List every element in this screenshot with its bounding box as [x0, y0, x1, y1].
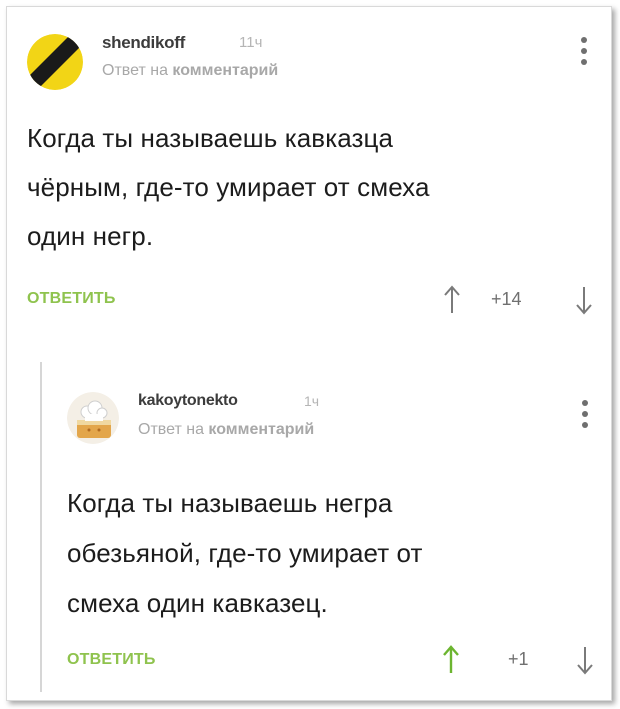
upvote-arrow-icon[interactable]	[442, 645, 460, 675]
comment-text-line: один негр.	[27, 221, 154, 251]
comment-text-line: Когда ты называешь кавказца	[27, 123, 394, 153]
vote-score: +1	[508, 649, 529, 669]
comment-text-line: чёрным, где-то умирает от смеха	[27, 172, 430, 202]
comment-time: 1ч	[304, 393, 320, 409]
nested-comment: kakoytonekto 1ч Ответ на комментарий Ког…	[40, 362, 611, 692]
reply-button[interactable]: ОТВЕТИТЬ	[27, 290, 116, 308]
yellow-black-striped-avatar-icon[interactable]	[27, 34, 83, 90]
reply-to-label[interactable]: Ответ на комментарий	[138, 421, 314, 439]
downvote-arrow-icon[interactable]	[576, 645, 594, 675]
reply-to-target[interactable]: комментарий	[208, 421, 314, 438]
comment-text: Когда ты называешь кавказца чёрным, где-…	[27, 114, 430, 261]
comment-text-line: смеха один кавказец.	[67, 588, 328, 618]
more-options-icon[interactable]	[579, 37, 589, 73]
upvote-arrow-icon[interactable]	[443, 285, 461, 315]
comment: shendikoff 11ч Ответ на комментарий Когд…	[7, 7, 611, 347]
comment-username[interactable]: shendikoff	[102, 33, 185, 53]
reply-button[interactable]: ОТВЕТИТЬ	[67, 651, 156, 669]
chef-cake-avatar-icon[interactable]	[67, 392, 119, 444]
reply-to-label[interactable]: Ответ на комментарий	[102, 62, 278, 80]
comment-text: Когда ты называешь негра обезьяной, где-…	[67, 478, 423, 628]
comment-text-line: Когда ты называешь негра	[67, 488, 393, 518]
comment-text-line: обезьяной, где-то умирает от	[67, 538, 423, 568]
comment-time: 11ч	[239, 34, 263, 51]
comment-username[interactable]: kakoytonekto	[138, 392, 238, 410]
vote-score: +14	[491, 289, 522, 309]
reply-to-target[interactable]: комментарий	[172, 62, 278, 79]
downvote-arrow-icon[interactable]	[575, 285, 593, 315]
reply-to-prefix: Ответ на	[138, 421, 204, 438]
comments-frame: shendikoff 11ч Ответ на комментарий Когд…	[6, 6, 612, 701]
more-options-icon[interactable]	[580, 400, 590, 436]
reply-to-prefix: Ответ на	[102, 62, 168, 79]
